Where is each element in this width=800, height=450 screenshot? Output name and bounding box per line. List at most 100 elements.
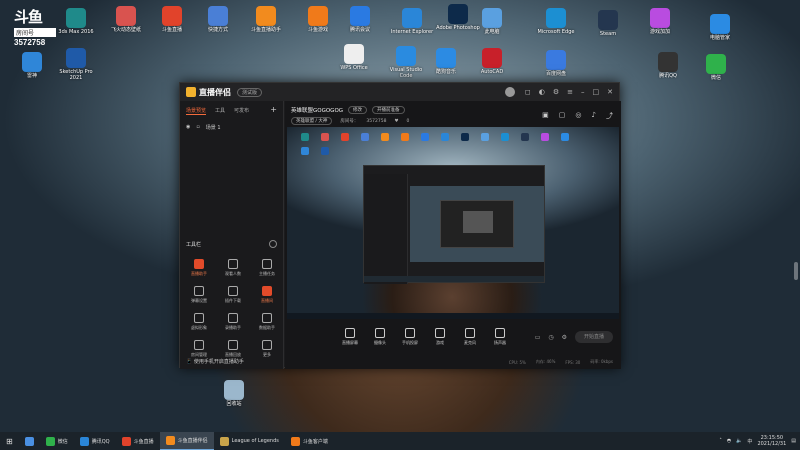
source-button[interactable]: 摄像头 <box>371 328 389 346</box>
tool-button[interactable]: 主播任务 <box>252 259 282 277</box>
tray-expand-icon[interactable]: ˄ <box>719 438 722 444</box>
config-icon[interactable]: ⚙ <box>562 334 567 341</box>
add-scene-icon[interactable]: + <box>270 106 277 115</box>
visibility-eye-icon[interactable]: ◉ <box>186 124 190 131</box>
source-button[interactable]: 麦克风 <box>461 328 479 346</box>
taskbar-app-icon <box>45 436 55 446</box>
source-label: 手机投屏 <box>402 340 418 345</box>
taskbar-app[interactable]: 微信 <box>40 432 74 450</box>
start-button[interactable]: ⊞ <box>0 432 19 450</box>
desktop-icon[interactable]: Steam <box>586 10 630 37</box>
desktop-icon[interactable]: SketchUp Pro 2021 <box>54 48 98 81</box>
stream-preview[interactable] <box>287 127 619 319</box>
taskbar-app[interactable]: 斗鱼直播 <box>116 432 160 450</box>
desktop-icon[interactable]: 此电脑 <box>470 8 514 35</box>
tab-publish[interactable]: 可发布 <box>234 107 249 115</box>
skin-icon[interactable]: ◐ <box>539 88 545 96</box>
minimize-icon[interactable]: – <box>581 88 585 96</box>
desktop-icon[interactable]: WPS Office <box>332 44 376 71</box>
desktop-icon[interactable]: 酷狗音乐 <box>424 48 468 75</box>
source-label: 直播屏幕 <box>342 340 358 345</box>
tool-button[interactable]: 更多 <box>252 340 282 358</box>
mobile-tip-link[interactable]: 📱 使用手机开启直播助手 <box>186 358 244 365</box>
tool-button[interactable]: 虚拟形象 <box>184 313 214 331</box>
edit-title-button[interactable]: 修改 <box>348 106 368 114</box>
app-icon <box>448 4 468 24</box>
camera-icon[interactable]: ▭ <box>535 334 541 341</box>
message-icon[interactable]: ◻ <box>525 88 531 96</box>
source-icon <box>405 328 415 338</box>
timer-icon[interactable]: ◷ <box>548 334 553 341</box>
share-icon[interactable]: ⤴ <box>606 111 613 121</box>
collapse-tools-icon[interactable] <box>269 240 277 248</box>
record-icon[interactable]: ◎ <box>575 111 581 121</box>
desktop-icon-label: 回收站 <box>226 401 242 407</box>
desktop-icon[interactable]: 飞火动态壁纸 <box>104 6 148 33</box>
tab-tools[interactable]: 工具 <box>215 107 225 115</box>
desktop-icon[interactable]: 雷神 <box>10 52 54 79</box>
lock-room-icon[interactable]: ▢ <box>559 111 566 121</box>
live-controls: ▭ ◷ ⚙ 开始直播 <box>535 331 613 343</box>
tools-header: 工具栏 <box>186 242 202 248</box>
network-icon[interactable]: ◓ <box>727 438 731 444</box>
close-icon[interactable]: ✕ <box>607 88 613 96</box>
bell-icon[interactable]: ♪ <box>592 111 596 121</box>
tool-button[interactable]: 弹幕设置 <box>184 286 214 304</box>
tool-button[interactable]: 观看人数 <box>218 259 248 277</box>
desktop-icon[interactable]: 斗鱼游戏 <box>296 6 340 33</box>
side-handle[interactable] <box>794 262 798 280</box>
lock-icon[interactable]: ▫ <box>196 124 199 131</box>
desktop-icon[interactable]: 游戏加加 <box>638 8 682 35</box>
desktop-icon[interactable]: 电脑管家 <box>698 14 742 41</box>
source-button[interactable]: 手机投屏 <box>401 328 419 346</box>
notification-icon[interactable]: ▤ <box>791 438 796 444</box>
source-button[interactable]: 直播屏幕 <box>341 328 359 346</box>
taskbar-app[interactable]: 斗鱼直播伴侣 <box>159 432 214 450</box>
settings-icon[interactable]: ⚙ <box>553 88 559 96</box>
category-chip[interactable]: 英雄联盟 / 大神 <box>291 117 333 125</box>
app-icon <box>66 8 86 28</box>
desktop-icon[interactable]: 斗鱼直播助手 <box>244 6 288 33</box>
desktop-icon[interactable]: 腾讯会议 <box>338 6 382 33</box>
desktop-icon[interactable]: Internet Explorer <box>390 8 434 35</box>
tool-button[interactable]: 直播助手 <box>184 259 214 277</box>
start-live-button[interactable]: 开始直播 <box>575 331 613 343</box>
desktop-icon[interactable]: Visual Studio Code <box>384 46 428 79</box>
desktop-icon[interactable]: 斗鱼直播 <box>150 6 194 33</box>
prepare-button[interactable]: 开播前准备 <box>372 106 405 114</box>
desktop-icon[interactable]: 3ds Max 2016 <box>54 8 98 35</box>
desktop-icon[interactable]: Microsoft Edge <box>534 8 578 35</box>
desktop-icon-label: WPS Office <box>340 65 368 71</box>
maximize-icon[interactable]: □ <box>593 88 600 96</box>
tool-button[interactable]: 录播助手 <box>218 313 248 331</box>
taskbar-app[interactable]: League of Legends <box>214 432 285 450</box>
search-button[interactable] <box>19 432 40 450</box>
desktop-icon[interactable]: 微信 <box>694 54 738 81</box>
gift-icon[interactable]: ▣ <box>542 111 549 121</box>
desktop-icon[interactable]: 百度网盘 <box>534 50 578 77</box>
tool-button[interactable]: 数据助手 <box>252 313 282 331</box>
tool-button[interactable]: 房间管理 <box>184 340 214 358</box>
taskbar-app[interactable]: 腾讯QQ <box>74 432 116 450</box>
left-panel: 场景预览 工具 可发布 + ◉ ▫ 场景 1 工具栏 直播助手 观看人数 主播任务弹… <box>180 101 284 369</box>
tool-button[interactable]: 插件下载 <box>218 286 248 304</box>
preview-app-icon <box>381 133 389 141</box>
tab-scene-preview[interactable]: 场景预览 <box>186 107 207 115</box>
desktop-icon[interactable]: AutoCAD <box>470 48 514 75</box>
desktop-icon[interactable]: 快捷方式 <box>196 6 240 33</box>
tool-button[interactable]: 直播回放 <box>218 340 248 358</box>
ime-icon[interactable]: 中 <box>747 438 752 445</box>
scene-item[interactable]: ◉ ▫ 场景 1 <box>180 118 283 137</box>
preview-app-icon <box>561 133 569 141</box>
volume-icon[interactable]: 🔈 <box>736 438 742 444</box>
avatar[interactable] <box>504 87 515 97</box>
taskbar-app[interactable]: 斗鱼客户端 <box>285 432 334 450</box>
desktop-icon[interactable]: 回收站 <box>212 380 256 407</box>
tool-icon <box>228 286 238 296</box>
source-button[interactable]: 游戏 <box>431 328 449 346</box>
clock[interactable]: 23:15:50 2021/12/31 <box>757 435 786 447</box>
source-button[interactable]: 扬声器 <box>491 328 509 346</box>
tool-button[interactable]: 直播间 <box>252 286 282 304</box>
desktop-icon[interactable]: 腾讯QQ <box>646 52 690 79</box>
menu-icon[interactable]: ≡ <box>567 88 573 96</box>
